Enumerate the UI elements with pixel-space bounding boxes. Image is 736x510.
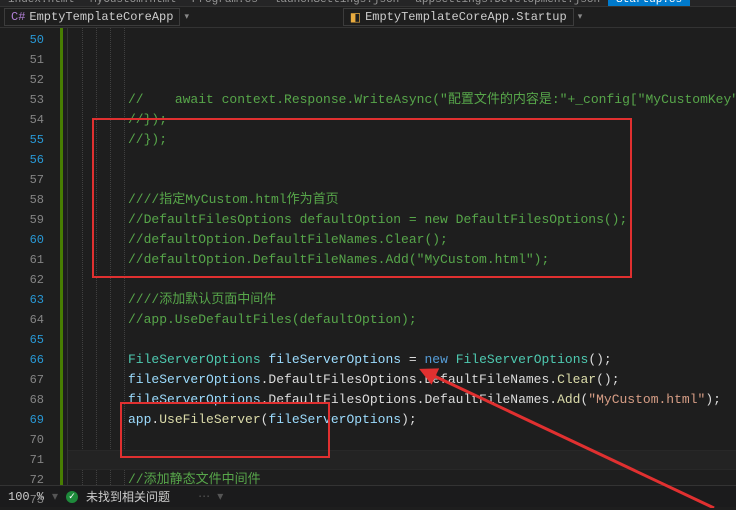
chevron-down-icon[interactable]: ▾ — [184, 12, 189, 22]
line-number: 73 — [0, 490, 44, 510]
breadcrumb-project-label: EmptyTemplateCoreApp — [29, 10, 173, 24]
tab-appsettings[interactable]: appsettings.Development.json — [407, 0, 608, 6]
code-line[interactable]: fileServerOptions.DefaultFilesOptions.De… — [68, 390, 736, 410]
code-line[interactable] — [68, 170, 736, 190]
line-number: 68 — [0, 390, 44, 410]
code-area[interactable]: // await context.Response.WriteAsync("配置… — [68, 28, 736, 485]
status-ok-icon: ✓ — [66, 491, 78, 503]
code-line[interactable]: FileServerOptions fileServerOptions = ne… — [68, 350, 736, 370]
line-number: 52 — [0, 70, 44, 90]
tab-mycustom[interactable]: MyCustom.html — [82, 0, 184, 6]
csharp-icon: C# — [11, 10, 25, 24]
line-number: 50 — [0, 30, 44, 50]
line-number: 59 — [0, 210, 44, 230]
breadcrumb-class[interactable]: ◧ EmptyTemplateCoreApp.Startup — [343, 8, 574, 26]
status-bar: 100 % ▾ ✓ 未找到相关问题 ⋯ ▾ — [0, 485, 736, 507]
code-line[interactable]: //添加静态文件中间件 — [68, 470, 736, 485]
code-line[interactable]: //defaultOption.DefaultFileNames.Add("My… — [68, 250, 736, 270]
code-line[interactable]: //}); — [68, 130, 736, 150]
line-number: 69 — [0, 410, 44, 430]
class-icon: ◧ — [350, 10, 361, 25]
line-number: 67 — [0, 370, 44, 390]
breadcrumb: C# EmptyTemplateCoreApp ▾ ◧ EmptyTemplat… — [0, 6, 736, 28]
code-line[interactable]: //DefaultFilesOptions defaultOption = ne… — [68, 210, 736, 230]
code-line[interactable]: //defaultOption.DefaultFileNames.Clear()… — [68, 230, 736, 250]
chevron-down-icon[interactable]: ▾ — [578, 12, 583, 22]
code-line[interactable]: //app.UseDefaultFiles(defaultOption); — [68, 310, 736, 330]
code-line[interactable]: app.UseFileServer(fileServerOptions); — [68, 410, 736, 430]
tab-index[interactable]: index.html — [0, 0, 82, 6]
line-number: 56 — [0, 150, 44, 170]
line-number: 57 — [0, 170, 44, 190]
overflow-icon[interactable]: ⋯ ▾ — [198, 489, 223, 504]
breadcrumb-project[interactable]: C# EmptyTemplateCoreApp — [4, 8, 180, 26]
line-number: 65 — [0, 330, 44, 350]
code-editor[interactable]: 5051525354555657585960616263646566676869… — [0, 28, 736, 485]
code-line[interactable]: // await context.Response.WriteAsync("配置… — [68, 90, 736, 110]
line-number: 63 — [0, 290, 44, 310]
code-line[interactable] — [68, 330, 736, 350]
line-number: 62 — [0, 270, 44, 290]
code-line[interactable]: fileServerOptions.DefaultFilesOptions.De… — [68, 370, 736, 390]
line-number: 61 — [0, 250, 44, 270]
line-number: 53 — [0, 90, 44, 110]
code-line[interactable]: //}); — [68, 110, 736, 130]
line-number: 54 — [0, 110, 44, 130]
line-number: 66 — [0, 350, 44, 370]
line-number: 71 — [0, 450, 44, 470]
line-number: 64 — [0, 310, 44, 330]
code-line[interactable]: ////添加默认页面中间件 — [68, 290, 736, 310]
problems-status[interactable]: 未找到相关问题 — [86, 488, 170, 505]
tab-startup[interactable]: Startup.cs — [608, 0, 690, 6]
line-number-gutter: 5051525354555657585960616263646566676869… — [0, 28, 56, 485]
code-line[interactable] — [68, 150, 736, 170]
breadcrumb-class-label: EmptyTemplateCoreApp.Startup — [365, 10, 567, 24]
tab-bar: index.html MyCustom.html Program.cs laun… — [0, 0, 736, 6]
line-number: 55 — [0, 130, 44, 150]
tab-program[interactable]: Program.cs — [184, 0, 266, 6]
line-number: 58 — [0, 190, 44, 210]
line-number: 70 — [0, 430, 44, 450]
line-number: 72 — [0, 470, 44, 490]
code-line[interactable]: ////指定MyCustom.html作为首页 — [68, 190, 736, 210]
code-line[interactable] — [68, 450, 736, 470]
code-line[interactable] — [68, 270, 736, 290]
change-marks — [56, 28, 68, 485]
line-number: 60 — [0, 230, 44, 250]
line-number: 51 — [0, 50, 44, 70]
code-line[interactable] — [68, 430, 736, 450]
tab-launchsettings[interactable]: launchSettings.json — [266, 0, 407, 6]
